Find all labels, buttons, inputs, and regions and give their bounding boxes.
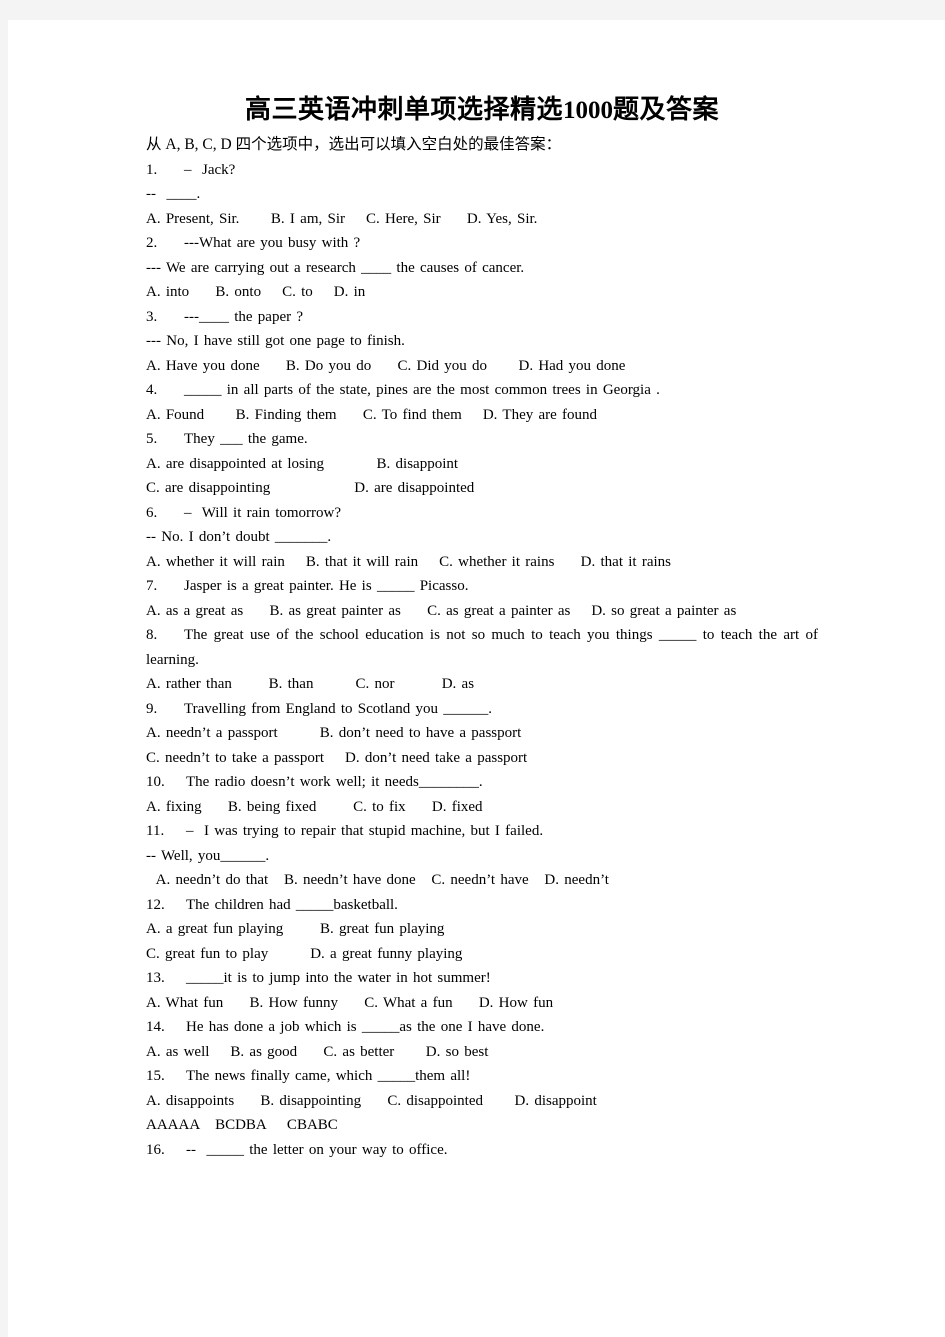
question-number: 15. [146, 1068, 165, 1084]
title-number: 1000 [563, 97, 613, 124]
question-options: A. needn’t a passport B. don’t need to h… [146, 725, 522, 741]
question-number: 13. [146, 970, 165, 986]
question-stem: --- No, I have still got one page to fin… [146, 333, 405, 349]
page-title: 高三英语冲刺单项选择精选1000题及答案 [146, 90, 818, 131]
question-stem-text: -- _____ the letter on your way to offic… [186, 1141, 448, 1158]
question-number: 6. [146, 504, 158, 521]
question-options: A. Found B. Finding them C. To find them… [146, 406, 598, 423]
question-number: 16. [146, 1141, 165, 1158]
document-page: 高三英语冲刺单项选择精选1000题及答案 从 A, B, C, D 四个选项中，… [8, 20, 945, 1337]
question-stem: 16. -- _____ the letter on your way to of… [146, 1138, 818, 1163]
question-stem: 6. – Will it rain tomorrow? [146, 501, 818, 526]
question-stem-text: The news finally came, which _____them a… [186, 1068, 471, 1084]
question-stem: 14. He has done a job which is _____as th… [146, 1015, 818, 1040]
question-options: A. What fun B. How funny C. What a fun D… [146, 994, 554, 1011]
title-main-text: 高三英语冲刺单项选择精选 [244, 95, 563, 124]
question-number: 14. [146, 1019, 165, 1035]
answer-key: AAAAA BCDBA CBABC [146, 1117, 338, 1133]
instruction-text: 从 A, B, C, D 四个选项中，选出可以填入空白处的最佳答案： [146, 136, 562, 153]
question-stem-text: ---____ the paper ? [184, 308, 304, 325]
question-stem-text: He has done a job which is _____as the o… [186, 1019, 545, 1035]
question-stem: 15. The news finally came, which _____the… [146, 1064, 818, 1089]
question-stem: -- Well, you______. [146, 847, 270, 864]
question-options: C. are disappointing D. are disappointed [146, 480, 475, 496]
question-stem-text: ---What are you busy with ? [184, 235, 361, 251]
question-number: 1. [146, 161, 158, 178]
question-stem-text: The great use of the school education is… [146, 627, 818, 668]
question-options: A. needn’t do that B. needn’t have done … [146, 872, 609, 888]
question-stem: 4. _____ in all parts of the state, pines… [146, 378, 818, 403]
question-stem: 9. Travelling from England to Scotland yo… [146, 697, 818, 722]
question-stem: 11. – I was trying to repair that stupid … [146, 819, 818, 844]
question-options: A. a great fun playing B. great fun play… [146, 921, 445, 937]
question-stem: 5. They ___ the game. [146, 427, 818, 452]
question-options: A. disappoints B. disappointing C. disap… [146, 1092, 597, 1109]
question-options: A. are disappointed at losing B. disappo… [146, 455, 459, 472]
question-stem: 7. Jasper is a great painter. He is _____… [146, 574, 818, 599]
question-options: A. rather than B. than C. nor D. as [146, 676, 475, 692]
question-number: 2. [146, 235, 158, 251]
question-number: 4. [146, 382, 158, 398]
question-stem-text: – Jack? [184, 161, 236, 178]
question-stem: 3. ---____ the paper ? [146, 305, 818, 330]
question-stem: 1. – Jack? [146, 158, 818, 183]
question-stem-text: _____it is to jump into the water in hot… [186, 970, 491, 986]
question-stem: 2. ---What are you busy with ? [146, 231, 818, 256]
question-number: 3. [146, 308, 158, 325]
question-stem: -- No. I don’t doubt _______. [146, 529, 332, 545]
question-number: 9. [146, 700, 158, 717]
question-stem-text: _____ in all parts of the state, pines a… [184, 382, 660, 398]
question-options: A. fixing B. being fixed C. to fix D. fi… [146, 798, 483, 815]
question-options: A. into B. onto C. to D. in [146, 284, 366, 300]
question-options: A. as a great as B. as great painter as … [146, 602, 737, 619]
question-stem-text: – I was trying to repair that stupid mac… [186, 823, 544, 839]
question-stem: 13. _____it is to jump into the water in … [146, 966, 818, 991]
question-stem-text: Travelling from England to Scotland you … [184, 700, 493, 717]
question-number: 10. [146, 774, 165, 790]
question-number: 7. [146, 578, 158, 594]
question-stem: --- We are carrying out a research ____ … [146, 259, 525, 276]
question-stem-text: They ___ the game. [184, 431, 308, 447]
question-stem: -- ____. [146, 186, 201, 202]
question-stem: 8. The great use of the school education … [146, 623, 818, 672]
question-options: A. whether it will rain B. that it will … [146, 553, 671, 570]
question-number: 8. [146, 627, 158, 643]
question-number: 11. [146, 823, 165, 839]
question-stem: 12. The children had _____basketball. [146, 893, 818, 918]
question-stem-text: The radio doesn’t work well; it needs___… [186, 774, 483, 790]
question-stem: 10. The radio doesn’t work well; it needs… [146, 770, 818, 795]
document-content: 高三英语冲刺单项选择精选1000题及答案 从 A, B, C, D 四个选项中，… [146, 90, 818, 1162]
question-stem-text: Jasper is a great painter. He is _____ P… [184, 578, 469, 594]
question-stem-text: The children had _____basketball. [186, 896, 398, 913]
question-number: 5. [146, 431, 158, 447]
question-options: A. Present, Sir. B. I am, Sir C. Here, S… [146, 210, 538, 227]
question-number: 12. [146, 896, 165, 913]
question-options: C. needn’t to take a passport D. don’t n… [146, 749, 528, 766]
question-options: C. great fun to play D. a great funny pl… [146, 945, 463, 962]
title-tail-text: 题及答案 [613, 95, 720, 124]
question-options: A. Have you done B. Do you do C. Did you… [146, 357, 626, 374]
question-stem-text: – Will it rain tomorrow? [184, 504, 342, 521]
question-options: A. as well B. as good C. as better D. so… [146, 1043, 489, 1060]
